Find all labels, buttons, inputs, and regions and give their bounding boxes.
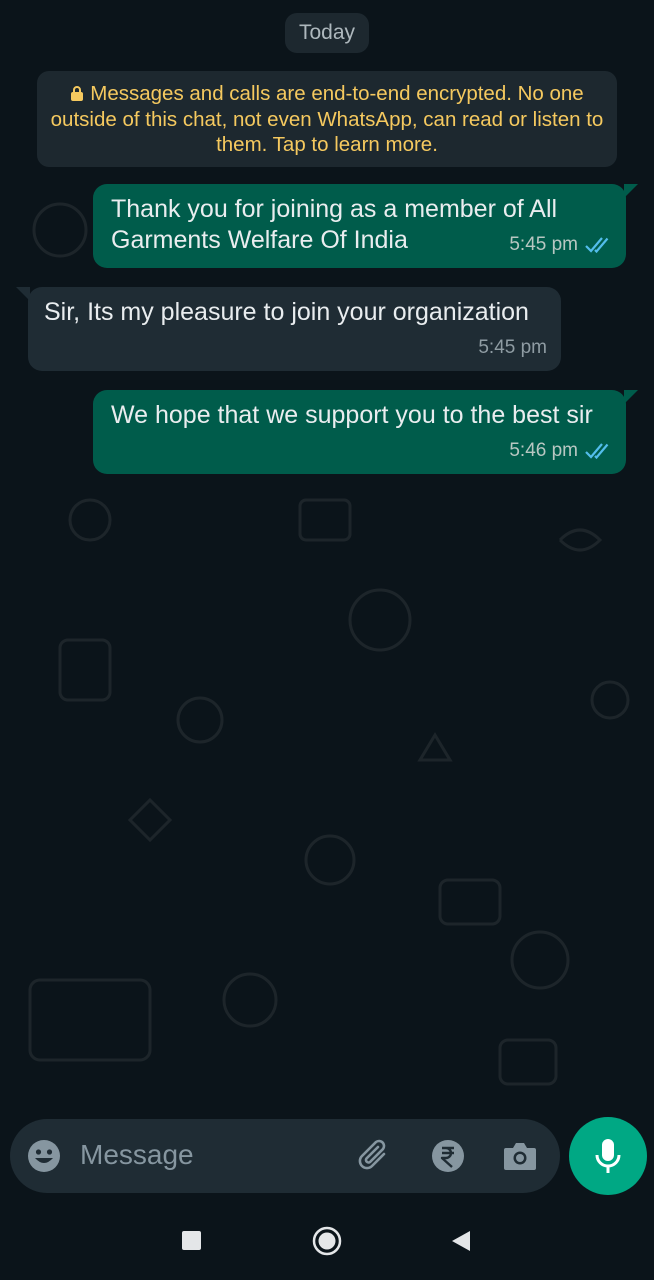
message-bubble-outgoing[interactable]: Thank you for joining as a member of All… (93, 184, 638, 268)
double-check-read-icon (585, 236, 609, 253)
attach-icon[interactable] (355, 1137, 393, 1175)
chat-screen: Today Messages and calls are end-to-end … (0, 0, 654, 1280)
recent-apps-icon[interactable] (182, 1231, 201, 1250)
back-icon[interactable] (450, 1229, 472, 1253)
emoji-icon[interactable] (26, 1138, 62, 1174)
mic-button[interactable] (569, 1117, 647, 1195)
double-check-read-icon (585, 442, 609, 459)
lock-icon (71, 86, 84, 101)
message-time: 5:46 pm (509, 440, 578, 461)
message-meta: 5:45 pm (509, 229, 612, 260)
message-text: Sir, Its my pleasure to join your organi… (44, 298, 529, 326)
encryption-notice-text: Messages and calls are end-to-end encryp… (50, 82, 604, 156)
rupee-icon[interactable] (430, 1138, 466, 1174)
message-input[interactable]: Message (80, 1139, 194, 1171)
camera-icon[interactable] (502, 1139, 538, 1173)
message-time: 5:45 pm (478, 337, 547, 358)
date-chip: Today (285, 13, 369, 53)
message-bubble-outgoing[interactable]: We hope that we support you to the best … (93, 390, 638, 474)
message-meta: 5:45 pm (478, 332, 547, 363)
mic-icon (595, 1139, 621, 1173)
encryption-notice[interactable]: Messages and calls are end-to-end encryp… (37, 71, 617, 167)
system-navigation-bar (0, 1200, 654, 1280)
message-text: We hope that we support you to the best … (111, 401, 593, 429)
message-meta: 5:46 pm (509, 435, 612, 466)
bubble-tail (624, 184, 638, 198)
doodle-wallpaper (28, 202, 630, 1086)
bubble-tail (624, 390, 638, 404)
date-chip-label: Today (298, 21, 356, 44)
message-composer[interactable]: Message (10, 1119, 560, 1193)
message-bubble-incoming[interactable]: Sir, Its my pleasure to join your organi… (16, 287, 561, 371)
home-icon[interactable] (312, 1226, 342, 1256)
bubble-tail (16, 287, 30, 301)
message-time: 5:45 pm (509, 234, 578, 255)
